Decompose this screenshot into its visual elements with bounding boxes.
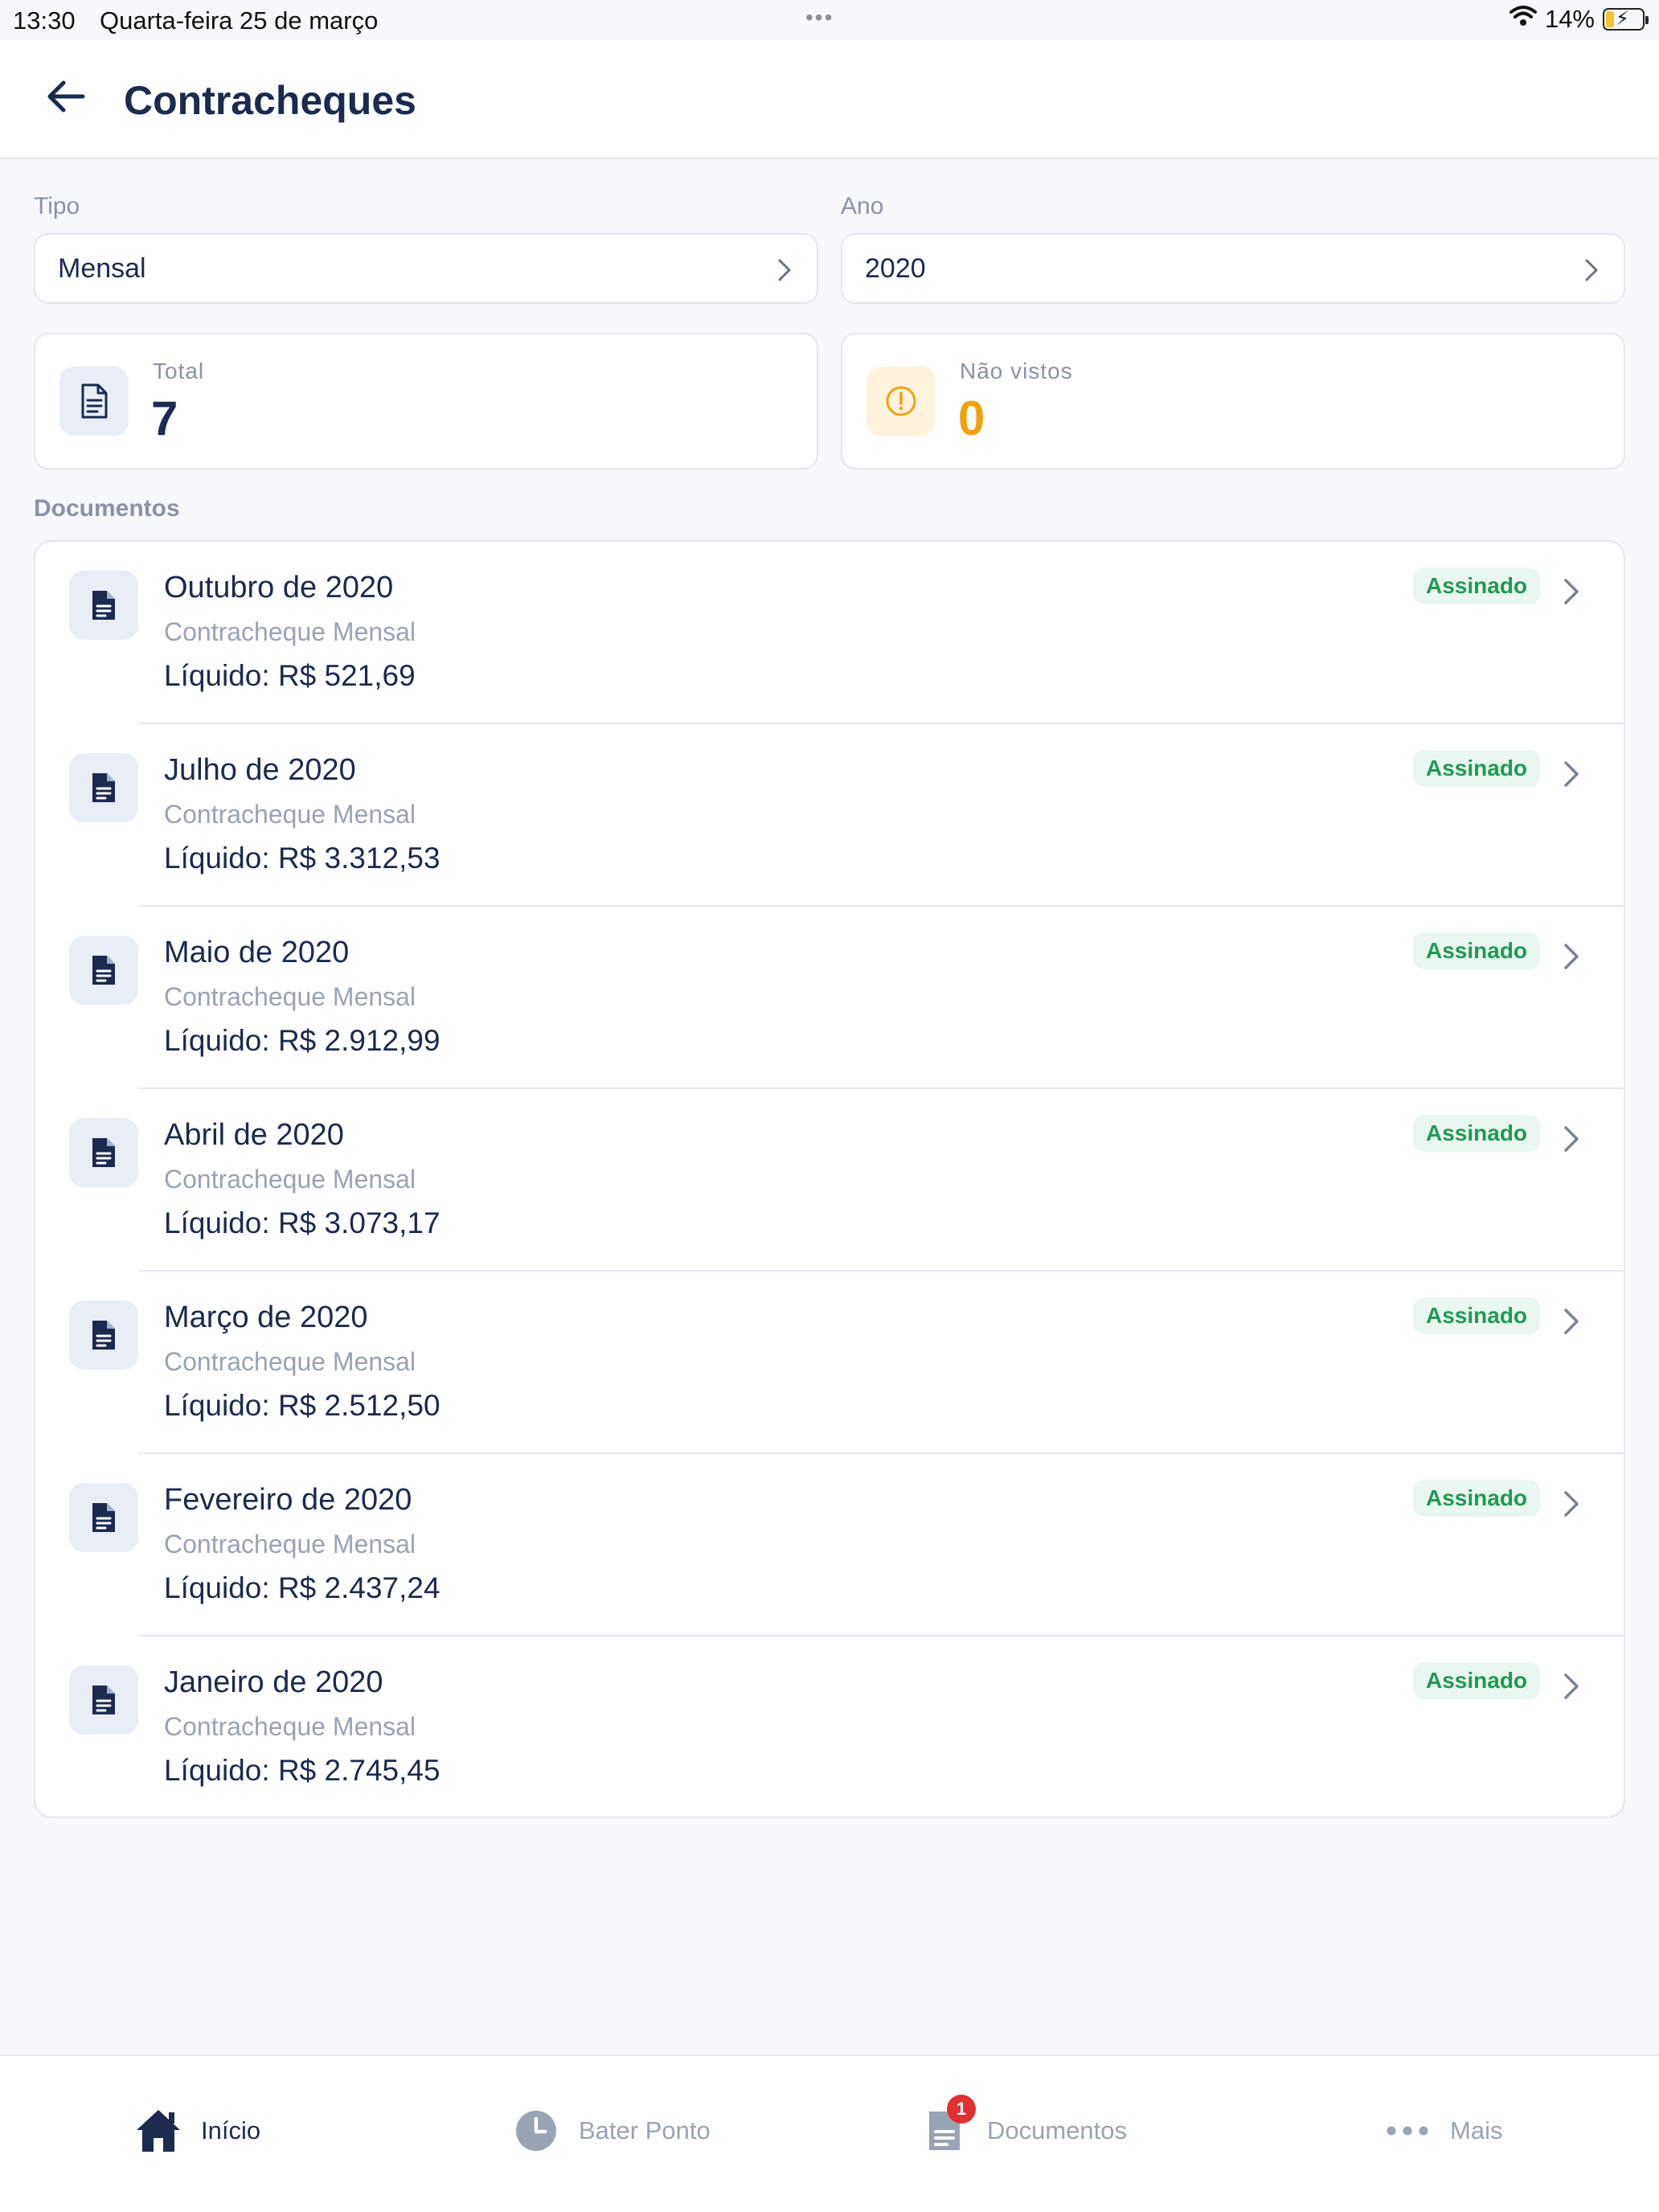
list-item[interactable]: Março de 2020 Contracheque Mensal Líquid… [35, 1272, 1624, 1454]
ano-value: 2020 [865, 252, 926, 284]
doc-amount: Líquido: R$ 2.437,24 [164, 1571, 440, 1604]
file-text-icon [69, 753, 138, 822]
chevron-right-icon [1585, 259, 1598, 281]
chevron-right-icon [1564, 1491, 1579, 1517]
file-text-icon [69, 1301, 138, 1370]
file-text-icon [69, 936, 138, 1005]
back-button[interactable] [42, 72, 90, 121]
doc-title: Julho de 2020 [164, 753, 356, 787]
status-indicators: 14% ⚡ [1509, 5, 1649, 34]
file-text-icon [69, 1665, 138, 1735]
clock-icon [511, 2106, 561, 2156]
header: Contracheques [0, 40, 1659, 159]
nav-item-mais[interactable]: Mais [1382, 2106, 1502, 2156]
chevron-right-icon [1564, 944, 1579, 969]
total-value: 7 [151, 391, 178, 445]
doc-amount: Líquido: R$ 2.512,50 [164, 1389, 440, 1422]
total-label: Total [153, 358, 205, 383]
doc-amount: Líquido: R$ 2.912,99 [164, 1024, 440, 1057]
nav-item-inicio[interactable]: Início [133, 2106, 260, 2156]
chevron-right-icon [1564, 761, 1579, 787]
ano-label: Ano [841, 193, 884, 219]
doc-subtitle: Contracheque Mensal [164, 1712, 416, 1741]
bottom-nav: Início Bater Ponto 1 Documentos Mais [0, 2054, 1659, 2212]
document-list: Outubro de 2020 Contracheque Mensal Líqu… [34, 540, 1625, 1818]
nao-vistos-card: Não vistos 0 [841, 333, 1625, 469]
nav-item-documentos[interactable]: 1 Documentos [920, 2095, 1128, 2156]
list-item[interactable]: Abril de 2020 Contracheque Mensal Líquid… [35, 1089, 1624, 1272]
nav-label: Início [201, 2116, 261, 2144]
status-badge: Assinado [1413, 932, 1541, 969]
list-item[interactable]: Maio de 2020 Contracheque Mensal Líquido… [35, 907, 1624, 1089]
document-icon: 1 [920, 2095, 976, 2156]
nao-vistos-value: 0 [958, 391, 985, 445]
status-badge: Assinado [1413, 1480, 1541, 1517]
file-text-icon [69, 1118, 138, 1187]
nav-label: Mais [1450, 2116, 1503, 2144]
total-card: Total 7 [34, 333, 818, 469]
arrow-left-icon [47, 80, 85, 113]
page-title: Contracheques [124, 78, 416, 123]
tipo-value: Mensal [58, 252, 146, 284]
chevron-right-icon [778, 259, 791, 281]
status-badge: Assinado [1413, 1297, 1541, 1334]
tipo-select[interactable]: Mensal [34, 233, 818, 304]
doc-amount: Líquido: R$ 521,69 [164, 659, 416, 692]
doc-title: Março de 2020 [164, 1301, 368, 1334]
status-date: Quarta-feira 25 de março [100, 6, 379, 35]
status-badge: Assinado [1413, 1662, 1541, 1699]
battery-percent: 14% [1544, 5, 1595, 33]
doc-subtitle: Contracheque Mensal [164, 617, 416, 646]
doc-title: Maio de 2020 [164, 936, 350, 969]
more-horizontal-icon [1382, 2106, 1432, 2156]
section-label-documentos: Documentos [34, 495, 180, 522]
home-icon [133, 2106, 183, 2156]
doc-title: Abril de 2020 [164, 1118, 344, 1152]
doc-amount: Líquido: R$ 2.745,45 [164, 1754, 440, 1787]
doc-title: Janeiro de 2020 [164, 1665, 383, 1699]
status-badge: Assinado [1413, 750, 1541, 787]
chevron-right-icon [1564, 579, 1579, 604]
alert-circle-icon [866, 367, 936, 436]
chevron-right-icon [1564, 1673, 1579, 1699]
list-item[interactable]: Julho de 2020 Contracheque Mensal Líquid… [35, 724, 1624, 907]
nav-item-bater-ponto[interactable]: Bater Ponto [511, 2106, 711, 2156]
status-bar: 13:30 Quarta-feira 25 de março ••• 14% ⚡ [0, 0, 1659, 40]
status-badge: Assinado [1413, 1115, 1541, 1152]
document-icon [59, 367, 129, 436]
doc-amount: Líquido: R$ 3.073,17 [164, 1206, 440, 1239]
list-item[interactable]: Fevereiro de 2020 Contracheque Mensal Lí… [35, 1454, 1624, 1636]
nav-label: Documentos [987, 2116, 1128, 2144]
notification-badge: 1 [947, 2095, 976, 2124]
nav-label: Bater Ponto [579, 2116, 711, 2144]
doc-subtitle: Contracheque Mensal [164, 1347, 416, 1376]
chevron-right-icon [1564, 1126, 1579, 1152]
status-badge: Assinado [1413, 567, 1541, 604]
nao-vistos-label: Não vistos [960, 358, 1073, 383]
doc-amount: Líquido: R$ 3.312,53 [164, 842, 440, 875]
ano-select[interactable]: 2020 [841, 233, 1625, 304]
list-item[interactable]: Outubro de 2020 Contracheque Mensal Líqu… [35, 542, 1624, 724]
wifi-icon [1509, 5, 1537, 34]
chevron-right-icon [1564, 1309, 1579, 1334]
tipo-label: Tipo [34, 193, 80, 219]
doc-title: Outubro de 2020 [164, 571, 394, 604]
list-item[interactable]: Janeiro de 2020 Contracheque Mensal Líqu… [35, 1636, 1624, 1819]
file-text-icon [69, 1483, 138, 1552]
file-text-icon [69, 571, 138, 640]
status-time: 13:30 [13, 6, 76, 35]
doc-subtitle: Contracheque Mensal [164, 1530, 416, 1559]
doc-subtitle: Contracheque Mensal [164, 1165, 416, 1194]
doc-subtitle: Contracheque Mensal [164, 800, 416, 829]
multitasking-dots[interactable]: ••• [805, 5, 834, 31]
doc-title: Fevereiro de 2020 [164, 1483, 412, 1517]
battery-icon: ⚡ [1603, 8, 1649, 31]
doc-subtitle: Contracheque Mensal [164, 982, 416, 1011]
